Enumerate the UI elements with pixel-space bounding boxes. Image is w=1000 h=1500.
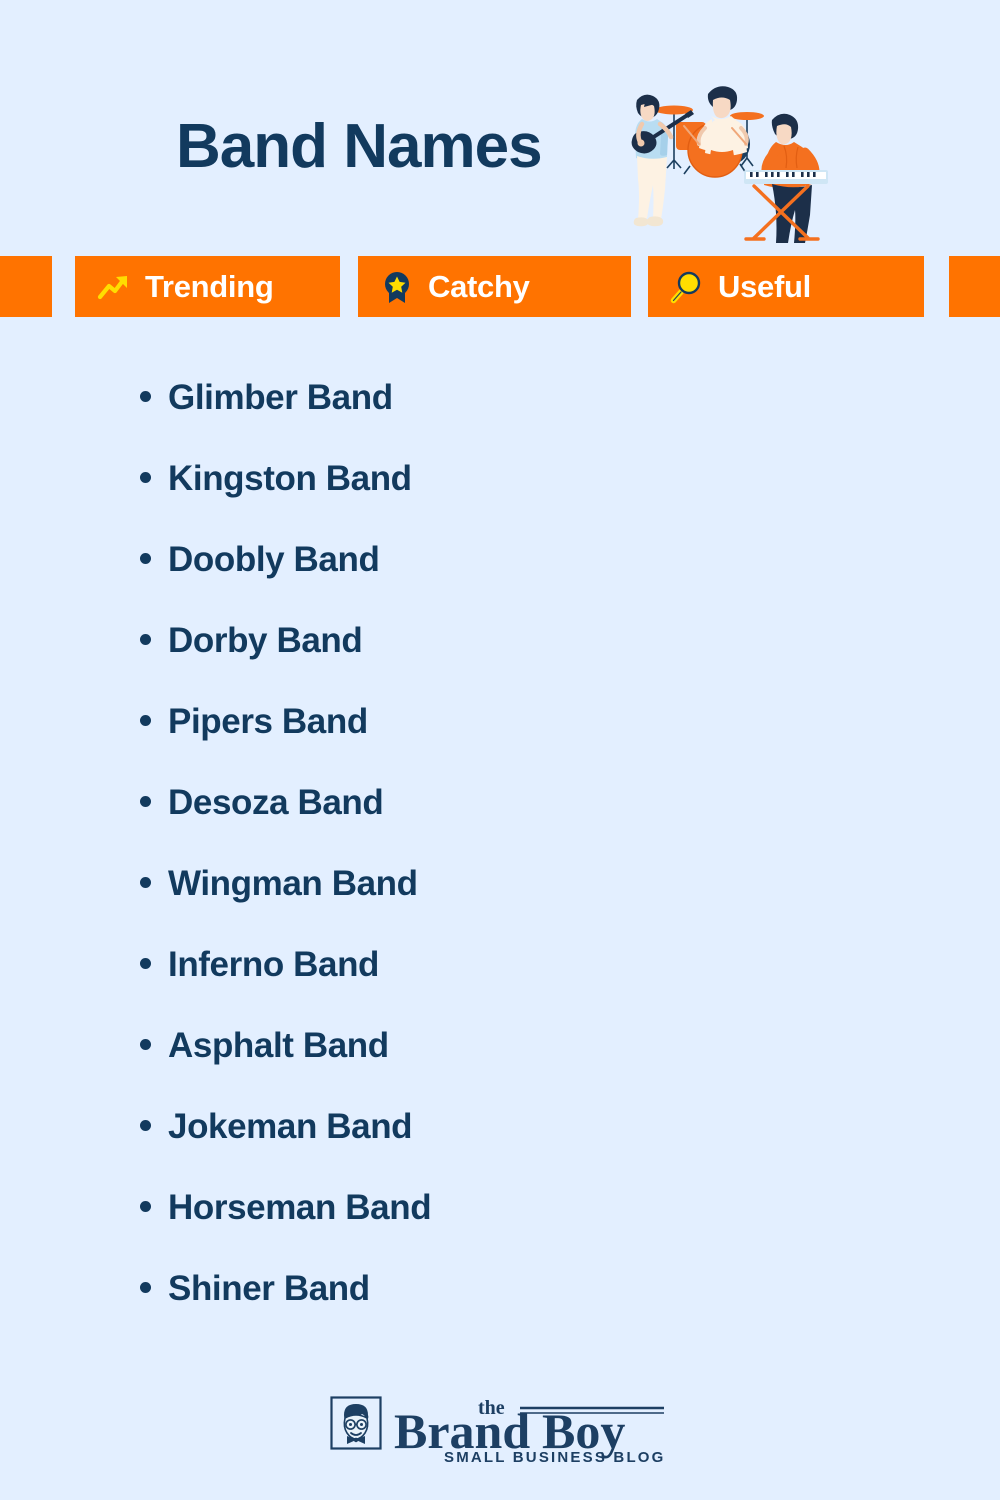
- bullet-icon: [140, 1282, 151, 1293]
- bullet-icon: [140, 715, 151, 726]
- award-medal-icon: [385, 271, 409, 303]
- page-title: Band Names: [176, 112, 543, 181]
- band-name-lists: Glimber Band Kingston Band Doobly Band D…: [0, 380, 1000, 1352]
- band-musicians-illustration: [631, 86, 828, 243]
- list-item[interactable]: Dorby Band: [140, 623, 470, 704]
- list-item-label: Dorby Band: [168, 621, 363, 660]
- footer: the Brand Boy SMALL BUSINESS BLOG: [0, 1396, 1000, 1486]
- bullet-icon: [140, 1039, 151, 1050]
- list-item[interactable]: Shiner Band: [140, 1271, 470, 1352]
- list-item[interactable]: Kingston Band: [140, 461, 470, 542]
- list-item-label: Horseman Band: [168, 1188, 432, 1227]
- bullet-icon: [140, 472, 151, 483]
- list-item[interactable]: Pipers Band: [140, 704, 470, 785]
- badge-useful-label: Useful: [718, 268, 811, 304]
- brandboy-logo[interactable]: the Brand Boy SMALL BUSINESS BLOG: [330, 1396, 670, 1468]
- badge-bar-right-stub: [949, 256, 1000, 317]
- logo-tagline: SMALL BUSINESS BLOG: [444, 1449, 666, 1466]
- bullet-icon: [140, 1201, 151, 1212]
- list-item-label: Kingston Band: [168, 459, 412, 498]
- badge-catchy[interactable]: Catchy: [358, 256, 631, 317]
- list-item-label: Inferno Band: [168, 945, 380, 984]
- bullet-icon: [140, 391, 151, 402]
- list-item[interactable]: Jokeman Band: [140, 1109, 470, 1190]
- magnifier-icon: [670, 271, 701, 303]
- list-item[interactable]: Asphalt Band: [140, 1028, 470, 1109]
- trending-arrow-icon: [97, 275, 127, 299]
- bullet-icon: [140, 877, 151, 888]
- badge-catchy-label: Catchy: [428, 268, 530, 304]
- badge-bar: Trending Catchy Useful: [0, 256, 1000, 317]
- list-item-label: Doobly Band: [168, 540, 380, 579]
- list-item[interactable]: Doobly Band: [140, 542, 470, 623]
- list-item-label: Wingman Band: [168, 864, 418, 903]
- list-item-label: Glimber Band: [168, 378, 393, 417]
- list-item-label: Jokeman Band: [168, 1107, 413, 1146]
- badge-bar-left-stub: [0, 256, 52, 317]
- list-item-label: Desoza Band: [168, 783, 384, 822]
- list-item[interactable]: Glimber Band: [140, 380, 470, 461]
- list-item-label: Shiner Band: [168, 1269, 370, 1308]
- bullet-icon: [140, 634, 151, 645]
- brandboy-wordmark: the Brand Boy SMALL BUSINESS BLOG: [394, 1397, 666, 1466]
- bullet-icon: [140, 553, 151, 564]
- band-name-column-left: Glimber Band Kingston Band Doobly Band D…: [0, 380, 470, 1352]
- bullet-icon: [140, 1120, 151, 1131]
- bullet-icon: [140, 796, 151, 807]
- list-item[interactable]: Inferno Band: [140, 947, 470, 1028]
- header: Band Names: [0, 0, 1000, 256]
- list-item[interactable]: Desoza Band: [140, 785, 470, 866]
- list-item-label: Asphalt Band: [168, 1026, 389, 1065]
- band-name-column-right: Agonostic Band Avireas Band Admond Band …: [470, 380, 1000, 1352]
- brandboy-boy-face-icon: [330, 1396, 382, 1450]
- bullet-icon: [140, 958, 151, 969]
- list-item[interactable]: Horseman Band: [140, 1190, 470, 1271]
- infographic-page: Band Names Trending Catchy Useful Glimbe…: [0, 0, 1000, 1500]
- badge-trending[interactable]: Trending: [75, 256, 340, 317]
- badge-trending-label: Trending: [145, 268, 274, 304]
- list-item[interactable]: Wingman Band: [140, 866, 470, 947]
- badge-useful[interactable]: Useful: [648, 256, 924, 317]
- list-item-label: Pipers Band: [168, 702, 368, 741]
